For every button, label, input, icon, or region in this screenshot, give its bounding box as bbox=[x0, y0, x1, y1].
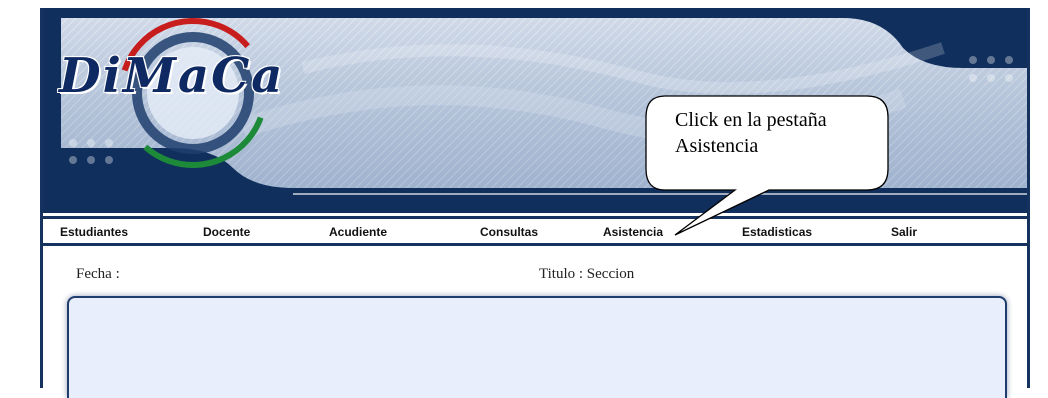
dimaca-logo: DiMaCa bbox=[59, 48, 285, 104]
callout-line-2: Asistencia bbox=[675, 135, 759, 157]
fecha-label: Fecha : bbox=[76, 266, 120, 282]
tab-acudiente[interactable]: Acudiente bbox=[329, 225, 387, 239]
tab-consultas[interactable]: Consultas bbox=[480, 225, 538, 239]
tab-docente[interactable]: Docente bbox=[203, 225, 250, 239]
callout-line-1: Click en la pestaña bbox=[675, 109, 827, 131]
tab-estudiantes[interactable]: Estudiantes bbox=[60, 225, 128, 239]
content-panel bbox=[67, 296, 1007, 398]
titulo-seccion-label: Titulo : Seccion bbox=[539, 266, 635, 282]
callout-text: Click en la pestaña Asistencia bbox=[675, 107, 875, 159]
